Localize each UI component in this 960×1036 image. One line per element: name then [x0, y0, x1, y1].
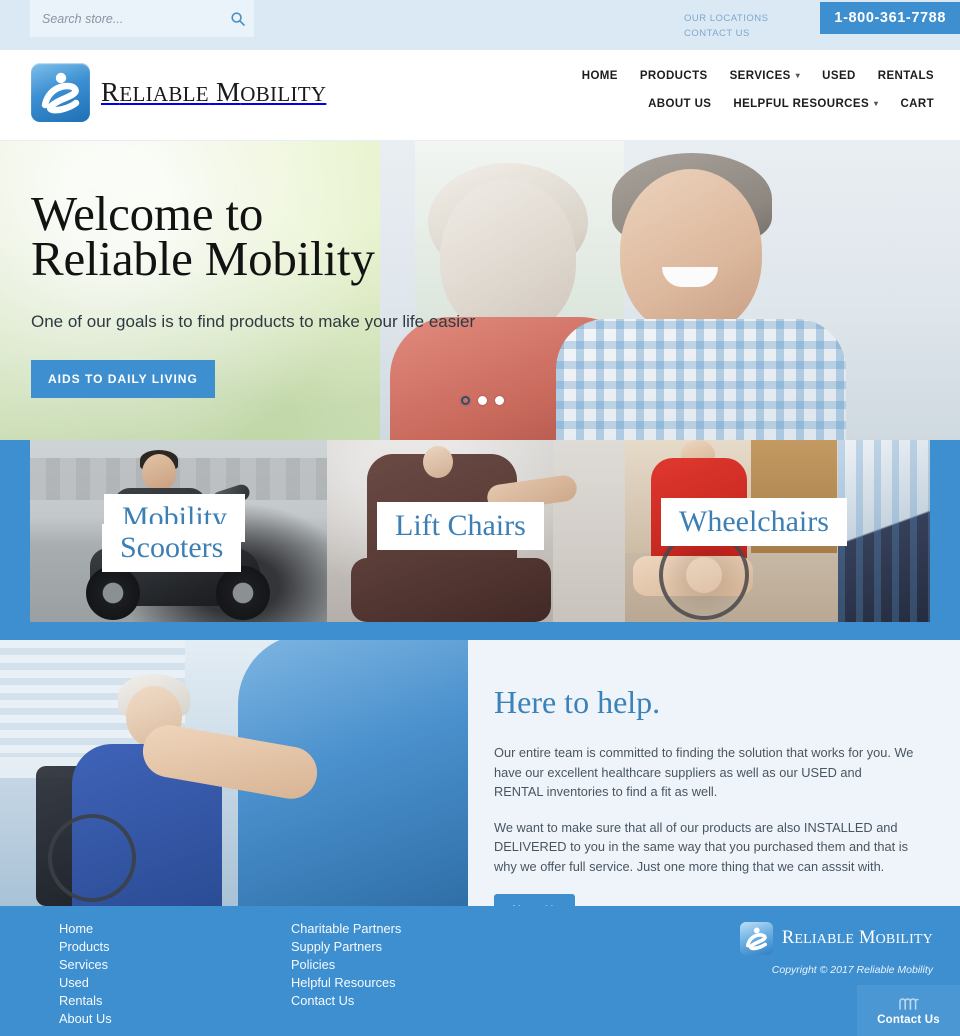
utility-links: Our Locations Contact Us [684, 11, 824, 41]
site-header: RELIABLE MOBILITY Home Products Services… [0, 50, 960, 141]
page-root: Our Locations Contact Us 1-800-361-7788 … [0, 0, 960, 1036]
footer-column-secondary: Charitable Partners Supply Partners Poli… [291, 920, 401, 1010]
copyright-text: Copyright © 2017 Reliable Mobility [771, 964, 933, 976]
nav-item-home[interactable]: Home [582, 70, 618, 82]
hero-cta-button[interactable]: Aids to Daily Living [31, 360, 215, 398]
reliable-mobility-logo-icon [739, 922, 773, 955]
nav-item-rentals[interactable]: Rentals [878, 70, 934, 82]
nav-label: About Us [648, 98, 712, 110]
help-title: Here to help. [494, 684, 661, 720]
category-band: Mobility Scooters Lift Chairs Wheelchair… [0, 440, 960, 640]
utility-bar: Our Locations Contact Us 1-800-361-7788 [0, 0, 960, 50]
nav-label: Used [822, 70, 856, 82]
carousel-dot-1[interactable] [461, 396, 470, 405]
nav-label: Cart [900, 98, 934, 110]
caregiver-photo [0, 640, 468, 906]
footer-link-products[interactable]: Products [59, 938, 112, 956]
footer-link-used[interactable]: Used [59, 974, 112, 992]
search-input[interactable] [42, 11, 230, 26]
nav-item-about-us[interactable]: About Us [648, 98, 711, 110]
nav-label: Rentals [877, 70, 934, 82]
phone-button[interactable]: 1-800-361-7788 [820, 2, 960, 34]
category-label-line2: Scooters [102, 524, 242, 572]
hero-content: Welcome to Reliable Mobility One of our … [31, 189, 476, 398]
carousel-dots [461, 396, 504, 405]
nav-item-cart[interactable]: Cart [900, 98, 934, 110]
contact-us-widget[interactable]: Contact Us [857, 985, 960, 1036]
nav-item-products[interactable]: Products [640, 70, 708, 82]
footer-link-helpful-resources[interactable]: Helpful Resources [291, 974, 401, 992]
logo-link[interactable]: RELIABLE MOBILITY [31, 63, 326, 122]
nav-item-services[interactable]: Services ▾ [730, 70, 801, 82]
footer-link-rentals[interactable]: Rentals [59, 992, 112, 1010]
hero-title-line2: Reliable Mobility [31, 231, 375, 286]
chevron-down-icon: ▾ [795, 71, 801, 80]
here-to-help-section: Here to help. Our entire team is committ… [0, 640, 960, 926]
category-card-wheelchairs[interactable]: Wheelchairs [625, 440, 930, 622]
chevron-down-icon: ▾ [874, 99, 879, 108]
hero-subtitle: One of our goals is to find products to … [31, 312, 476, 331]
category-label-line1: Wheelchairs [661, 498, 847, 546]
footer-link-services[interactable]: Services [59, 956, 112, 974]
nav-item-helpful-resources[interactable]: Helpful Resources ▾ [733, 98, 878, 110]
footer-brand: RELIABLE MOBILITY Copyright © 2017 Relia… [739, 922, 933, 976]
nav-label: Products [639, 70, 708, 82]
footer-link-policies[interactable]: Policies [291, 956, 401, 974]
footer-link-supply-partners[interactable]: Supply Partners [291, 938, 401, 956]
nav-item-used[interactable]: Used [822, 70, 856, 82]
help-paragraph-1: Our entire team is committed to finding … [494, 745, 914, 799]
logo-wordmark: RELIABLE MOBILITY [101, 77, 327, 107]
site-footer: Home Products Services Used Rentals Abou… [0, 906, 960, 1036]
carousel-dot-2[interactable] [478, 396, 487, 405]
footer-link-home[interactable]: Home [59, 920, 112, 938]
search-box[interactable] [30, 0, 254, 37]
help-paragraph-2: We want to make sure that all of our pro… [494, 819, 908, 874]
chat-wave-icon [898, 996, 920, 1011]
reliable-mobility-logo-icon [31, 63, 90, 122]
nav-label: Helpful Resources [733, 98, 870, 110]
carousel-dot-3[interactable] [495, 396, 504, 405]
footer-column-primary: Home Products Services Used Rentals Abou… [59, 920, 112, 1028]
footer-logo-wordmark: RELIABLE MOBILITY [781, 928, 933, 948]
nav-label: Home [581, 70, 618, 82]
utility-link-our-locations[interactable]: Our Locations [684, 11, 768, 26]
utility-link-contact-us[interactable]: Contact Us [684, 26, 750, 41]
footer-link-about-us[interactable]: About Us [59, 1010, 112, 1028]
help-text-panel: Here to help. Our entire team is committ… [468, 640, 960, 926]
main-navigation: Home Products Services ▾ Used Rentals Ab… [514, 50, 934, 110]
category-card-lift-chairs[interactable]: Lift Chairs [327, 440, 625, 622]
category-card-mobility-scooters[interactable]: Mobility Scooters [30, 440, 327, 622]
contact-us-widget-label: Contact Us [877, 1013, 940, 1026]
category-strip: Mobility Scooters Lift Chairs Wheelchair… [30, 440, 930, 622]
footer-link-charitable-partners[interactable]: Charitable Partners [291, 920, 401, 938]
hero-carousel: Welcome to Reliable Mobility One of our … [0, 141, 960, 440]
search-icon[interactable] [230, 11, 246, 27]
category-label-line1: Lift Chairs [377, 502, 544, 550]
hero-title: Welcome to Reliable Mobility [31, 189, 475, 283]
nav-label: Services [729, 70, 791, 82]
footer-link-contact-us[interactable]: Contact Us [291, 992, 401, 1010]
